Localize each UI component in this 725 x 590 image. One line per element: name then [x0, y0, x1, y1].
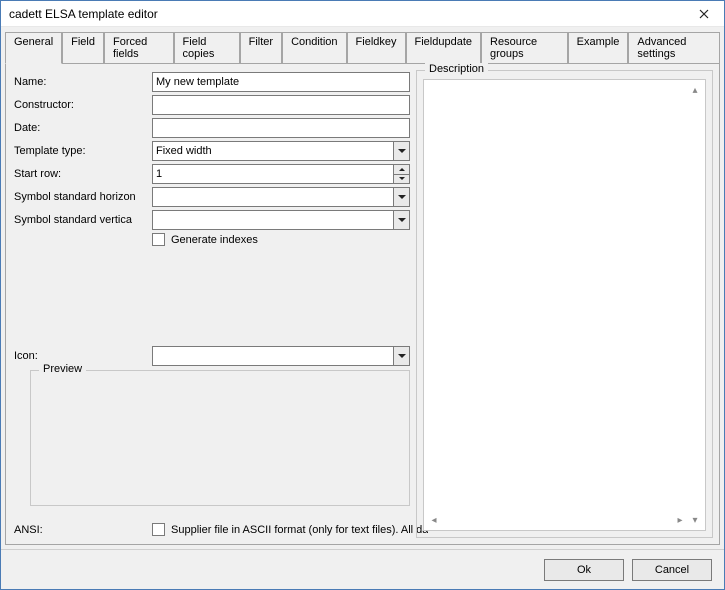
generate-indexes-label: Generate indexes — [171, 234, 258, 246]
tab-forced-fields[interactable]: Forced fields — [104, 32, 174, 64]
symbol-std-h-combo[interactable] — [152, 187, 393, 207]
start-row-spinner[interactable] — [152, 164, 393, 184]
ansi-label: ANSI: — [12, 524, 152, 536]
tab-filter[interactable]: Filter — [240, 32, 282, 64]
tab-example[interactable]: Example — [568, 32, 629, 64]
symbol-std-v-label: Symbol standard vertica — [12, 214, 152, 226]
tab-general[interactable]: General — [5, 32, 62, 64]
name-input[interactable] — [152, 72, 410, 92]
icon-combo[interactable] — [152, 346, 393, 366]
tab-fieldupdate[interactable]: Fieldupdate — [406, 32, 482, 64]
ansi-text: Supplier file in ASCII format (only for … — [171, 524, 428, 536]
body: GeneralFieldForced fieldsField copiesFil… — [1, 27, 724, 589]
icon-label: Icon: — [12, 350, 152, 362]
date-label: Date: — [12, 122, 152, 134]
tab-fieldkey[interactable]: Fieldkey — [347, 32, 406, 64]
close-button[interactable] — [684, 1, 724, 27]
start-row-down-button[interactable] — [393, 175, 410, 185]
template-type-label: Template type: — [12, 145, 152, 157]
icon-dropdown-button[interactable] — [393, 346, 410, 366]
ansi-checkbox[interactable] — [152, 523, 165, 536]
scroll-left-icon[interactable]: ◂ — [427, 513, 441, 527]
tab-field[interactable]: Field — [62, 32, 104, 64]
description-legend: Description — [425, 63, 488, 75]
name-label: Name: — [12, 76, 152, 88]
template-type-dropdown-button[interactable] — [393, 141, 410, 161]
date-input[interactable] — [152, 118, 410, 138]
constructor-label: Constructor: — [12, 99, 152, 111]
preview-groupbox: Preview — [30, 370, 410, 506]
start-row-label: Start row: — [12, 168, 152, 180]
preview-legend: Preview — [39, 363, 86, 375]
description-textarea[interactable]: ▴ ▾ ◂ ▸ — [423, 79, 706, 531]
constructor-input[interactable] — [152, 95, 410, 115]
symbol-std-h-label: Symbol standard horizon — [12, 191, 152, 203]
close-icon — [699, 9, 709, 19]
template-type-combo[interactable] — [152, 141, 393, 161]
ok-button[interactable]: Ok — [544, 559, 624, 581]
tab-resource-groups[interactable]: Resource groups — [481, 32, 568, 64]
window: cadett ELSA template editor GeneralField… — [0, 0, 725, 590]
cancel-button[interactable]: Cancel — [632, 559, 712, 581]
description-groupbox: Description ▴ ▾ ◂ ▸ — [416, 70, 713, 538]
window-title: cadett ELSA template editor — [9, 7, 684, 21]
symbol-std-v-dropdown-button[interactable] — [393, 210, 410, 230]
right-column: Description ▴ ▾ ◂ ▸ — [416, 64, 719, 544]
tab-strip: GeneralFieldForced fieldsField copiesFil… — [1, 27, 724, 63]
bottom-bar: Ok Cancel — [1, 549, 724, 589]
symbol-std-h-dropdown-button[interactable] — [393, 187, 410, 207]
scroll-up-icon[interactable]: ▴ — [688, 83, 702, 97]
start-row-up-button[interactable] — [393, 164, 410, 175]
tab-panel: Name: Constructor: Date: Template type: — [5, 63, 720, 545]
titlebar: cadett ELSA template editor — [1, 1, 724, 27]
scroll-down-icon[interactable]: ▾ — [688, 513, 702, 527]
scroll-right-icon[interactable]: ▸ — [673, 513, 687, 527]
generate-indexes-checkbox[interactable] — [152, 233, 165, 246]
tab-advanced-settings[interactable]: Advanced settings — [628, 32, 720, 64]
tab-condition[interactable]: Condition — [282, 32, 346, 64]
symbol-std-v-combo[interactable] — [152, 210, 393, 230]
tab-field-copies[interactable]: Field copies — [174, 32, 240, 64]
left-column: Name: Constructor: Date: Template type: — [6, 64, 416, 544]
